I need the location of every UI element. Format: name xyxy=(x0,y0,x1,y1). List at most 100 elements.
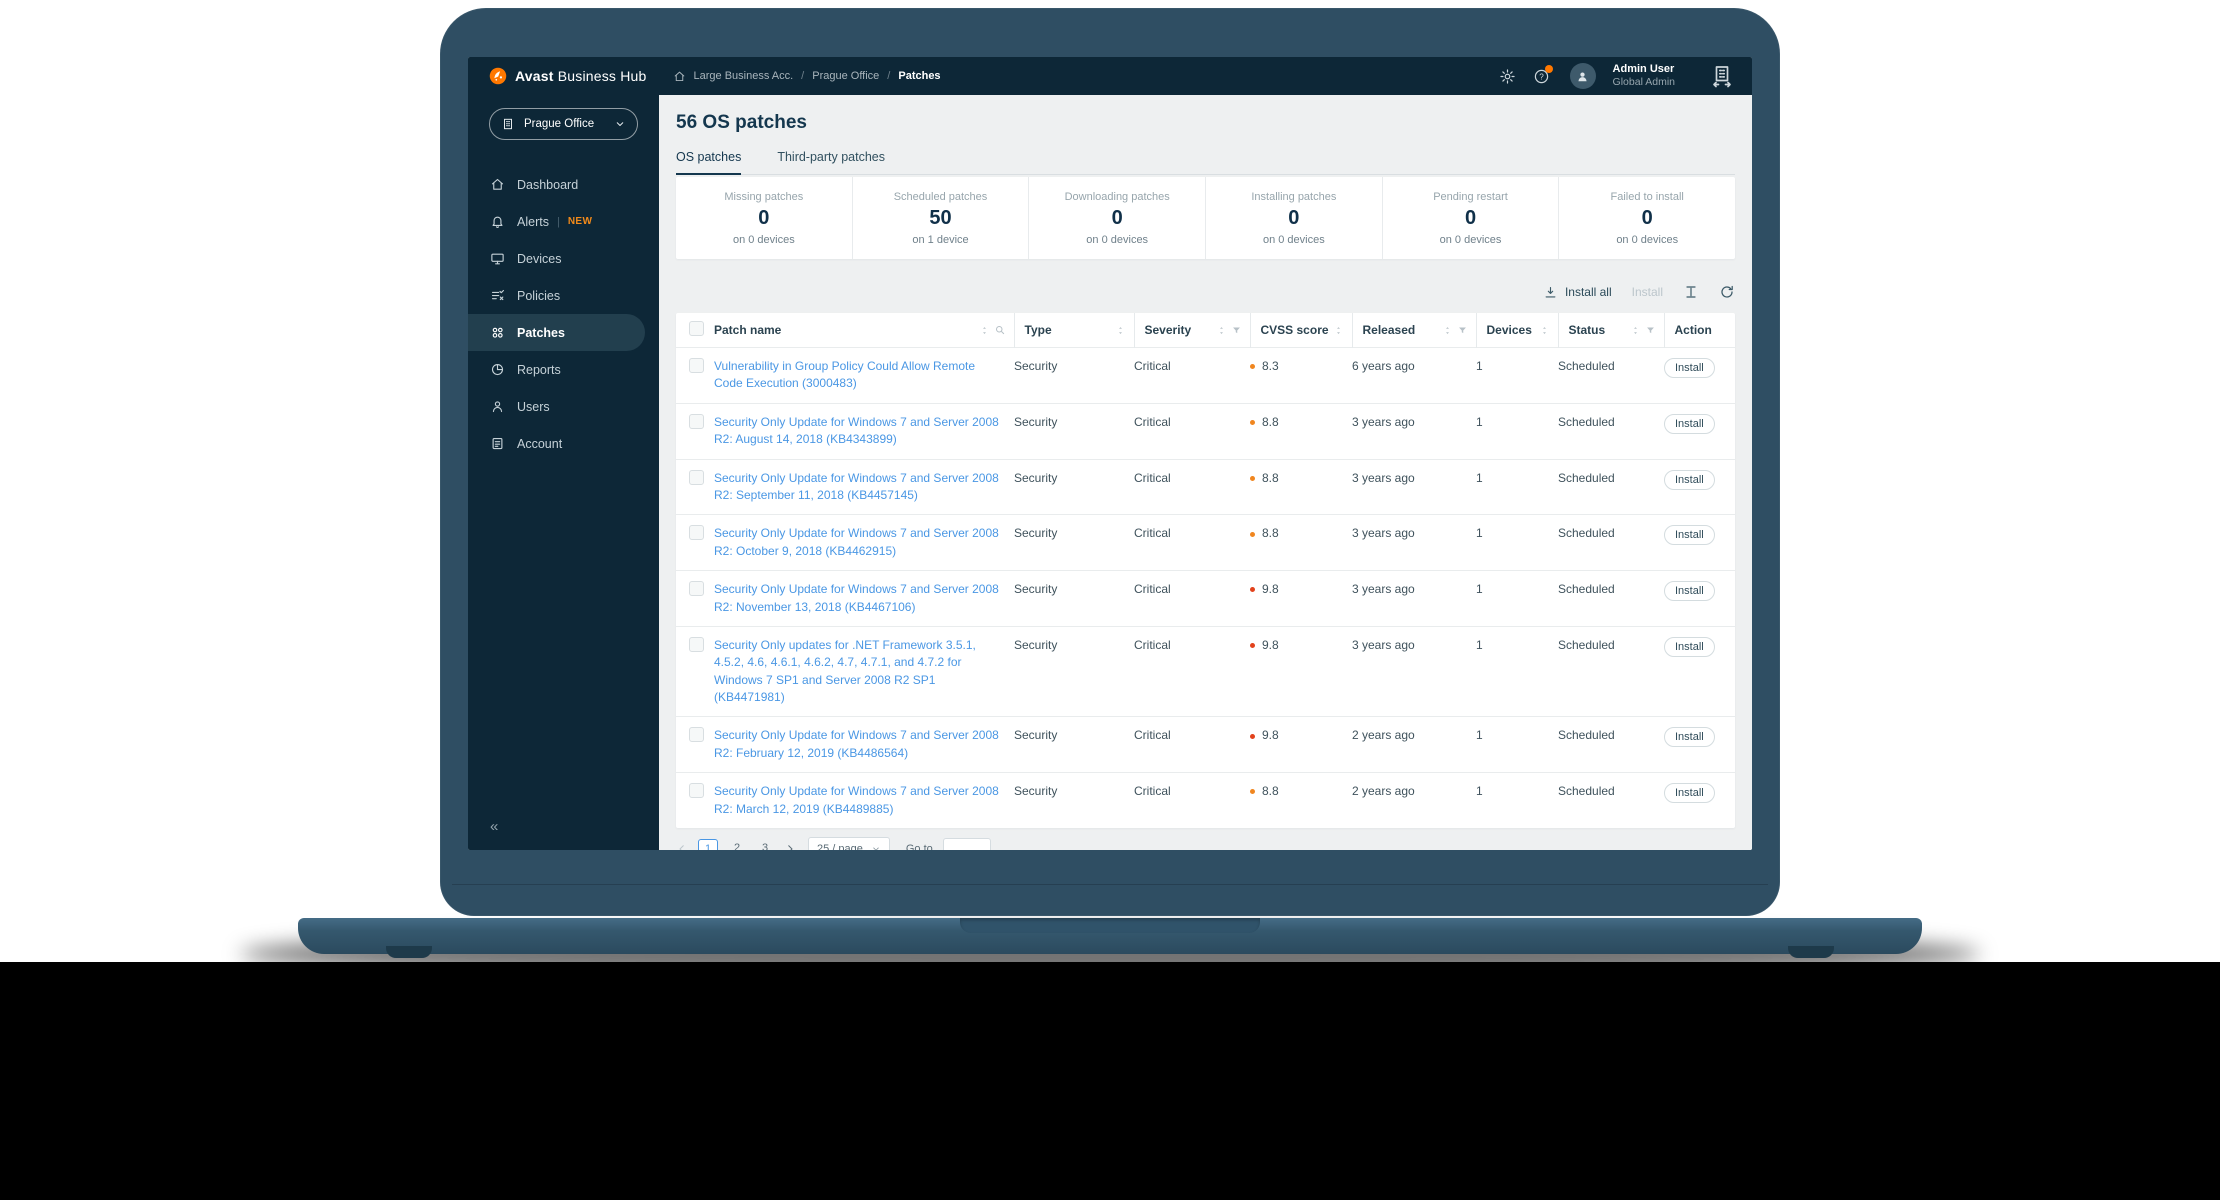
patch-name-link[interactable]: Security Only Update for Windows 7 and S… xyxy=(714,783,1000,818)
sidebar-item-account[interactable]: Account xyxy=(468,425,659,462)
patch-devices-cell: 1 xyxy=(1476,347,1558,404)
patch-name-link[interactable]: Security Only updates for .NET Framework… xyxy=(714,637,1000,707)
company-switcher-icon[interactable] xyxy=(1710,64,1734,88)
help-button[interactable] xyxy=(1533,64,1553,85)
install-all-button[interactable]: Install all xyxy=(1543,285,1612,300)
settings-gear-icon[interactable] xyxy=(1499,68,1516,85)
laptop-hinge-seam xyxy=(452,884,1768,885)
row-checkbox[interactable] xyxy=(689,783,704,799)
sort-icon[interactable] xyxy=(1630,325,1641,336)
patch-type-cell: Security xyxy=(1014,458,1134,515)
column-header-label: Status xyxy=(1568,323,1606,337)
page-prev-icon[interactable] xyxy=(676,843,688,850)
sidebar-item-dashboard[interactable]: Dashboard xyxy=(468,166,659,203)
chevron-down-icon xyxy=(616,122,624,126)
row-checkbox[interactable] xyxy=(689,727,704,743)
install-button[interactable]: Install xyxy=(1664,783,1715,804)
page-number-1[interactable]: 1 xyxy=(698,839,718,850)
column-header-status[interactable]: Status xyxy=(1557,313,1664,348)
column-header-devices[interactable]: Devices xyxy=(1475,313,1558,348)
page-number-3[interactable]: 3 xyxy=(756,839,774,850)
column-header-severity[interactable]: Severity xyxy=(1133,313,1250,348)
select-all-checkbox[interactable] xyxy=(689,321,704,336)
install-button[interactable]: Install xyxy=(1664,525,1715,546)
sidebar-item-devices[interactable]: Devices xyxy=(468,240,659,277)
user-name: Admin User xyxy=(1612,62,1675,75)
install-button[interactable]: Install xyxy=(1664,413,1715,434)
row-checkbox[interactable] xyxy=(689,358,704,373)
row-checkbox[interactable] xyxy=(689,525,704,541)
patch-action-cell: Install xyxy=(1664,716,1735,773)
sidebar-item-users[interactable]: Users xyxy=(468,388,659,425)
sort-icon[interactable] xyxy=(1442,325,1453,336)
sort-icon[interactable] xyxy=(979,325,990,336)
column-header-cvss-score[interactable]: CVSS score xyxy=(1249,313,1352,348)
sidebar-collapse-icon[interactable]: « xyxy=(490,818,498,835)
patch-severity-cell: Critical xyxy=(1134,625,1250,717)
sidebar-item-alerts[interactable]: Alerts | NEW xyxy=(468,203,659,240)
install-button[interactable]: Install xyxy=(1664,727,1715,748)
column-header-patch-name[interactable]: Patch name xyxy=(714,313,1014,348)
sort-icon[interactable] xyxy=(1115,325,1126,336)
install-button[interactable]: Install xyxy=(1664,636,1715,657)
patch-cvss-cell: 8.8 xyxy=(1250,402,1352,460)
install-button[interactable]: Install xyxy=(1664,469,1715,490)
tab-third-party-patches[interactable]: Third-party patches xyxy=(777,150,885,175)
sort-icon[interactable] xyxy=(1539,325,1550,336)
sort-icon[interactable] xyxy=(1333,325,1344,336)
filter-icon[interactable] xyxy=(1645,325,1656,336)
user-role: Global Admin xyxy=(1612,76,1675,89)
row-checkbox[interactable] xyxy=(689,413,704,429)
patch-name-cell: Security Only Update for Windows 7 and S… xyxy=(714,716,1014,773)
patch-name-link[interactable]: Security Only Update for Windows 7 and S… xyxy=(714,470,1000,505)
column-header-released[interactable]: Released xyxy=(1351,313,1476,348)
tab-os-patches[interactable]: OS patches xyxy=(676,150,742,175)
stat-devices: on 0 devices xyxy=(732,233,795,246)
column-header-type[interactable]: Type xyxy=(1013,313,1134,348)
patch-name-link[interactable]: Security Only Update for Windows 7 and S… xyxy=(714,414,1000,449)
install-button[interactable]: Install xyxy=(1664,358,1715,378)
site-selector[interactable]: Prague Office xyxy=(489,108,638,140)
patch-severity-cell: Critical xyxy=(1134,402,1250,460)
header-checkbox-cell xyxy=(676,313,714,348)
sidebar-item-reports[interactable]: Reports xyxy=(468,351,659,388)
table-row: Vulnerability in Group Policy Could Allo… xyxy=(676,347,1735,404)
stat-cell: Scheduled patches 50 on 1 device xyxy=(851,177,1029,259)
page-size-select[interactable]: 25 / page xyxy=(808,837,890,850)
patch-name-link[interactable]: Security Only Update for Windows 7 and S… xyxy=(714,581,1000,616)
patch-name-link[interactable]: Vulnerability in Group Policy Could Allo… xyxy=(714,358,1000,393)
patch-released-cell: 3 years ago xyxy=(1352,514,1476,571)
user-menu[interactable]: Admin User Global Admin xyxy=(1613,63,1675,90)
patch-devices-cell: 1 xyxy=(1476,402,1558,460)
filter-icon[interactable] xyxy=(1231,325,1242,336)
breadcrumb-home-icon[interactable] xyxy=(673,70,686,83)
sort-icon[interactable] xyxy=(1216,325,1227,336)
patch-action-cell: Install xyxy=(1664,347,1735,404)
row-checkbox[interactable] xyxy=(689,636,704,652)
search-icon[interactable] xyxy=(994,324,1006,336)
page-number-2[interactable]: 2 xyxy=(728,839,746,850)
patch-name-link[interactable]: Security Only Update for Windows 7 and S… xyxy=(714,525,1000,560)
refresh-icon[interactable] xyxy=(1719,284,1735,300)
goto-page-input[interactable] xyxy=(942,838,991,850)
sidebar-item-policies[interactable]: Policies xyxy=(468,277,659,314)
breadcrumb-item-account[interactable]: Large Business Acc. xyxy=(694,70,794,82)
row-checkbox[interactable] xyxy=(689,469,704,485)
row-checkbox[interactable] xyxy=(689,581,704,597)
install-button[interactable]: Install xyxy=(1664,581,1715,602)
sidebar-item-icon xyxy=(492,437,503,450)
page-next-icon[interactable] xyxy=(784,843,796,850)
cvss-severity-dot xyxy=(1250,364,1255,370)
stat-label: Missing patches xyxy=(724,190,804,203)
column-header-action[interactable]: Action xyxy=(1663,313,1735,348)
sidebar-item-patches[interactable]: Patches xyxy=(468,314,645,351)
download-icon xyxy=(1545,286,1556,297)
row-height-icon[interactable] xyxy=(1683,284,1699,300)
patch-name-link[interactable]: Security Only Update for Windows 7 and S… xyxy=(714,727,1000,762)
avatar[interactable] xyxy=(1569,63,1596,89)
patch-type-cell: Security xyxy=(1014,772,1134,829)
breadcrumb-item-site[interactable]: Prague Office xyxy=(812,70,879,82)
filter-icon[interactable] xyxy=(1457,325,1468,336)
cvss-severity-dot xyxy=(1250,475,1255,481)
install-button-toolbar[interactable]: Install xyxy=(1632,285,1663,299)
